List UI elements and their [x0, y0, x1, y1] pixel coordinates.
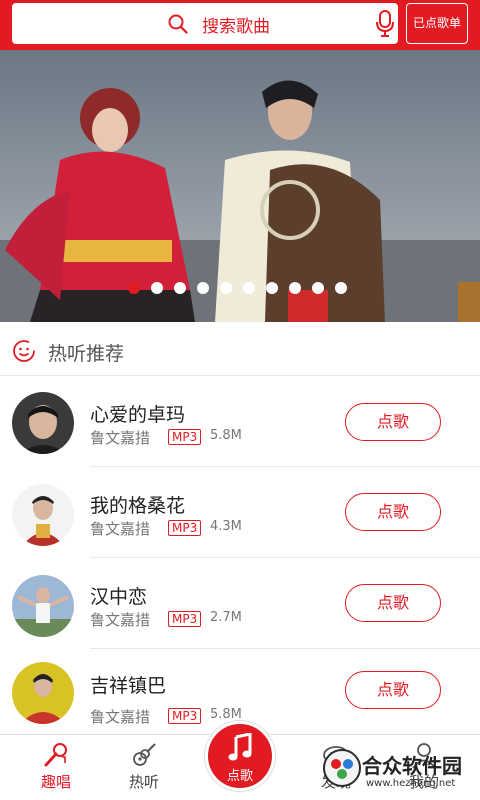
song-artist: 鲁文嘉措 [90, 429, 151, 447]
request-song-button[interactable]: 点歌 [345, 403, 441, 441]
list-item[interactable]: 心爱的卓玛 鲁文嘉措 MP3 5.8M 点歌 [0, 376, 480, 467]
avatar [12, 484, 74, 546]
carousel-indicator [128, 282, 347, 294]
song-artist: 鲁文嘉措 [90, 708, 151, 726]
guitar-icon [133, 743, 156, 766]
request-song-button[interactable]: 点歌 [345, 584, 441, 622]
file-size: 5.8M [210, 707, 242, 722]
section-title: 热听推荐 [48, 343, 125, 365]
format-badge: MP3 [168, 708, 202, 724]
file-size: 4.3M [210, 519, 242, 534]
format-badge: MP3 [168, 611, 202, 627]
tab-quchang[interactable]: 趣唱 [8, 735, 104, 800]
top-bar: 搜索歌曲 已点歌单 [0, 0, 480, 50]
song-artist: 鲁文嘉措 [90, 611, 151, 629]
song-artist: 鲁文嘉措 [90, 520, 151, 538]
tab-label: 点歌 [226, 769, 253, 784]
list-item[interactable]: 汉中恋 鲁文嘉措 MP3 2.7M 点歌 [0, 558, 480, 649]
tab-retin[interactable]: 热听 [96, 735, 192, 800]
carousel-dot[interactable] [312, 282, 324, 294]
watermark-text: 合众软件园 [362, 754, 462, 778]
search-bar[interactable]: 搜索歌曲 [12, 3, 398, 44]
carousel-dot[interactable] [174, 282, 186, 294]
carousel-dot[interactable] [151, 282, 163, 294]
avatar [12, 662, 74, 724]
carousel-dot[interactable] [289, 282, 301, 294]
song-title: 吉祥镇巴 [90, 675, 167, 697]
avatar [12, 392, 74, 454]
tab-label: 热听 [128, 773, 159, 791]
microphone-icon [44, 743, 67, 767]
format-badge: MP3 [168, 520, 202, 536]
tab-request-song[interactable]: 点歌 [205, 721, 275, 791]
format-badge: MP3 [168, 429, 202, 445]
file-size: 5.8M [210, 428, 242, 443]
section-header: 热听推荐 [0, 322, 480, 376]
song-title: 心爱的卓玛 [90, 404, 186, 426]
microphone-icon[interactable] [374, 10, 396, 38]
carousel-dot[interactable] [243, 282, 255, 294]
carousel-dot[interactable] [266, 282, 278, 294]
file-size: 2.7M [210, 610, 242, 625]
carousel-dot[interactable] [220, 282, 232, 294]
avatar [12, 575, 74, 637]
search-icon [168, 14, 188, 34]
tab-label: 趣唱 [40, 773, 71, 791]
music-note-icon [228, 733, 252, 761]
list-item[interactable]: 我的格桑花 鲁文嘉措 MP3 4.3M 点歌 [0, 467, 480, 558]
request-song-button[interactable]: 点歌 [345, 493, 441, 531]
search-placeholder: 搜索歌曲 [202, 17, 270, 37]
queue-button[interactable]: 已点歌单 [406, 3, 468, 44]
carousel-dot[interactable] [128, 282, 140, 294]
carousel-dot[interactable] [335, 282, 347, 294]
smile-icon [13, 340, 35, 362]
watermark: 合众软件园 www.hezhong.net [318, 746, 480, 800]
song-title: 我的格桑花 [90, 495, 186, 517]
watermark-url: www.hezhong.net [366, 778, 456, 789]
song-title: 汉中恋 [90, 586, 148, 608]
request-song-button[interactable]: 点歌 [345, 671, 441, 709]
carousel-dot[interactable] [197, 282, 209, 294]
watermark-logo [323, 749, 361, 787]
